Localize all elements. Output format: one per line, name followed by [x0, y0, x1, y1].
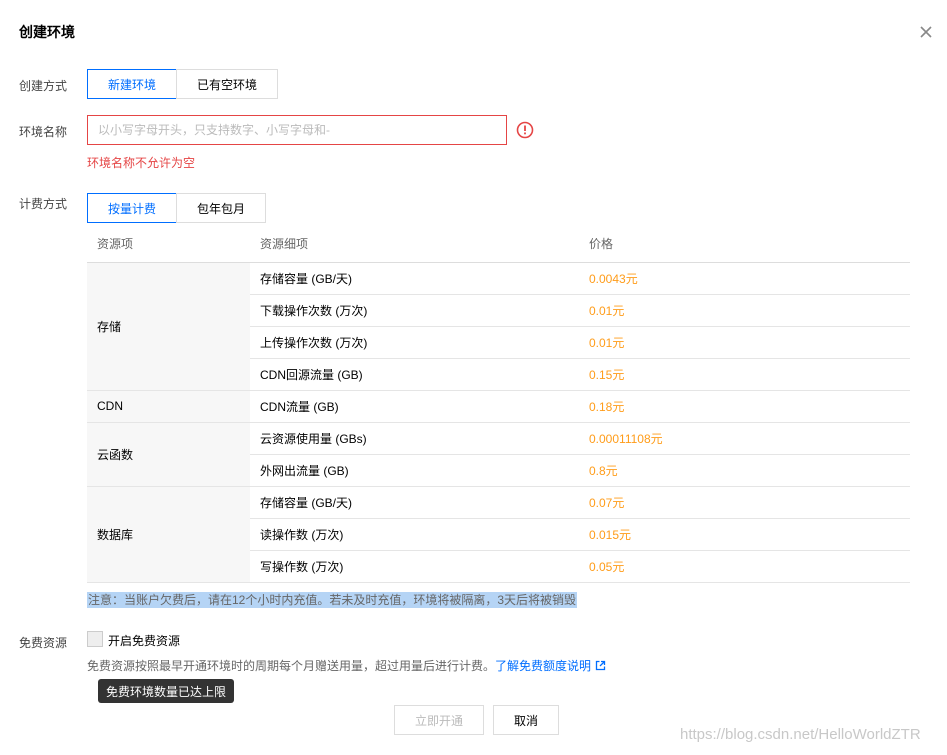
create-mode-new-button[interactable]: 新建环境 [87, 69, 177, 99]
create-mode-existing-button[interactable]: 已有空环境 [176, 69, 278, 99]
price-cell: 0.00011108元 [579, 422, 910, 455]
detail-cell: 外网出流量 (GB) [250, 454, 579, 487]
cancel-button[interactable]: 取消 [493, 705, 559, 735]
detail-cell: 下载操作次数 (万次) [250, 294, 579, 327]
submit-button[interactable]: 立即开通 [394, 705, 484, 735]
table-header-row: 资源项 资源细项 价格 [87, 226, 910, 263]
price-cell: 0.8元 [579, 454, 910, 487]
price-cell: 0.18元 [579, 390, 910, 423]
env-name-error: 环境名称不允许为空 [87, 156, 196, 170]
free-resources-description: 免费资源按照最早开通环境时的周期每个月赠送用量，超过用量后进行计费。了解免费额度… [87, 657, 606, 674]
env-name-input[interactable] [87, 115, 507, 145]
price-cell: 0.15元 [579, 358, 910, 391]
header-detail: 资源细项 [250, 226, 579, 263]
group-cell: 存储 [87, 262, 250, 391]
price-cell: 0.07元 [579, 486, 910, 519]
detail-cell: 写操作数 (万次) [250, 550, 579, 583]
billing-label: 计费方式 [19, 197, 68, 211]
billing-monthly-button[interactable]: 包年包月 [176, 193, 266, 223]
group-cell: 数据库 [87, 486, 250, 583]
detail-cell: CDN回源流量 (GB) [250, 358, 579, 391]
detail-cell: CDN流量 (GB) [250, 390, 579, 423]
group-cell: CDN [87, 390, 250, 423]
create-mode-selector: 新建环境 已有空环境 [87, 69, 278, 99]
external-link-icon[interactable] [595, 660, 606, 671]
price-cell: 0.01元 [579, 326, 910, 359]
free-resources-label: 免费资源 [19, 636, 68, 650]
free-quota-link-text[interactable]: 了解免费额度说明 [495, 659, 591, 673]
table-row: 数据库 存储容量 (GB/天) 0.07元 [87, 486, 910, 583]
header-price: 价格 [579, 226, 910, 263]
price-cell: 0.01元 [579, 294, 910, 327]
watermark: https://blog.csdn.net/HelloWorldZTR [680, 726, 921, 743]
price-cell: 0.05元 [579, 550, 910, 583]
detail-cell: 云资源使用量 (GBs) [250, 422, 579, 455]
close-icon[interactable] [916, 22, 936, 42]
free-quota-link[interactable]: 了解免费额度说明 [495, 659, 606, 673]
detail-cell: 存储容量 (GB/天) [250, 486, 579, 519]
header-resource: 资源项 [87, 226, 250, 263]
price-cell: 0.0043元 [579, 262, 910, 295]
price-table: 资源项 资源细项 价格 存储 存储容量 (GB/天) 0.0043元 下载操作次… [87, 226, 910, 583]
free-resources-checkbox[interactable] [87, 631, 103, 647]
detail-cell: 上传操作次数 (万次) [250, 326, 579, 359]
detail-cell: 存储容量 (GB/天) [250, 262, 579, 295]
exclamation-circle-icon [516, 121, 534, 139]
billing-payg-button[interactable]: 按量计费 [87, 193, 177, 223]
price-cell: 0.015元 [579, 518, 910, 551]
free-resources-checkbox-label[interactable]: 开启免费资源 [108, 632, 180, 649]
env-name-label: 环境名称 [19, 125, 68, 139]
group-cell: 云函数 [87, 422, 250, 487]
free-resources-description-text: 免费资源按照最早开通环境时的周期每个月赠送用量，超过用量后进行计费。 [87, 659, 496, 673]
table-row: 云函数 云资源使用量 (GBs) 0.00011108元 [87, 422, 910, 487]
create-mode-label: 创建方式 [19, 79, 68, 93]
detail-cell: 读操作数 (万次) [250, 518, 579, 551]
table-row: CDN CDN流量 (GB) 0.18元 [87, 390, 910, 423]
billing-selector: 按量计费 包年包月 [87, 193, 266, 223]
dialog-title: 创建环境 [19, 24, 75, 40]
table-row: 存储 存储容量 (GB/天) 0.0043元 [87, 262, 910, 391]
free-limit-tooltip: 免费环境数量已达上限 [98, 679, 235, 703]
billing-notice: 注意：当账户欠费后，请在12个小时内充值。若未及时充值，环境将被隔离，3天后将被… [87, 592, 578, 608]
